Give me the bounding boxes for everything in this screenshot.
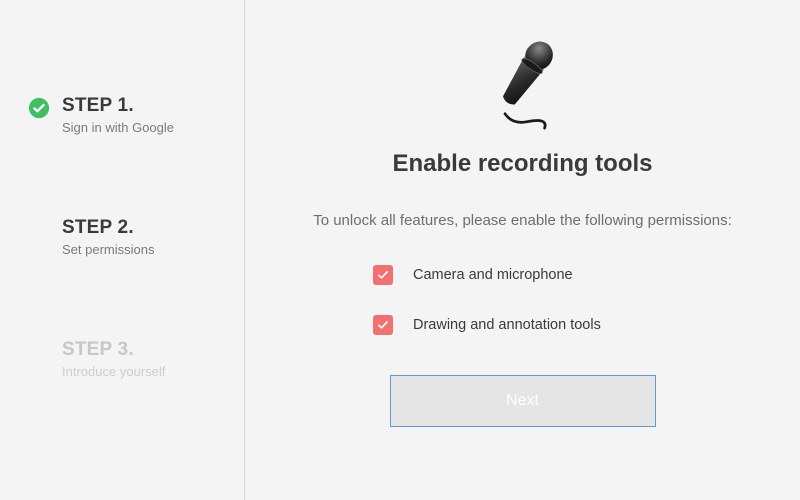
step-1[interactable]: STEP 1. Sign in with Google <box>28 95 224 135</box>
page-title: Enable recording tools <box>392 150 652 178</box>
permission-label: Drawing and annotation tools <box>413 317 601 333</box>
sidebar: STEP 1. Sign in with Google STEP 2. Set … <box>0 0 245 500</box>
microphone-icon <box>478 34 568 134</box>
step-3-subtitle: Introduce yourself <box>62 364 224 379</box>
checkbox-camera-mic[interactable] <box>373 265 393 285</box>
step-2-title: STEP 2. <box>62 217 224 239</box>
checkbox-drawing-tools[interactable] <box>373 315 393 335</box>
step-3[interactable]: STEP 3. Introduce yourself <box>28 339 224 379</box>
main-panel: Enable recording tools To unlock all fea… <box>245 0 800 500</box>
step-3-title: STEP 3. <box>62 339 224 361</box>
permissions-list: Camera and microphone Drawing and annota… <box>285 265 760 365</box>
permission-label: Camera and microphone <box>413 267 573 283</box>
permission-item: Camera and microphone <box>373 265 760 285</box>
page-description: To unlock all features, please enable th… <box>313 212 732 229</box>
check-circle-icon <box>28 97 50 119</box>
step-1-title: STEP 1. <box>62 95 224 117</box>
step-1-subtitle: Sign in with Google <box>62 120 224 135</box>
permission-item: Drawing and annotation tools <box>373 315 760 335</box>
next-button[interactable]: Next <box>390 375 656 427</box>
step-2[interactable]: STEP 2. Set permissions <box>28 217 224 257</box>
step-2-subtitle: Set permissions <box>62 242 224 257</box>
